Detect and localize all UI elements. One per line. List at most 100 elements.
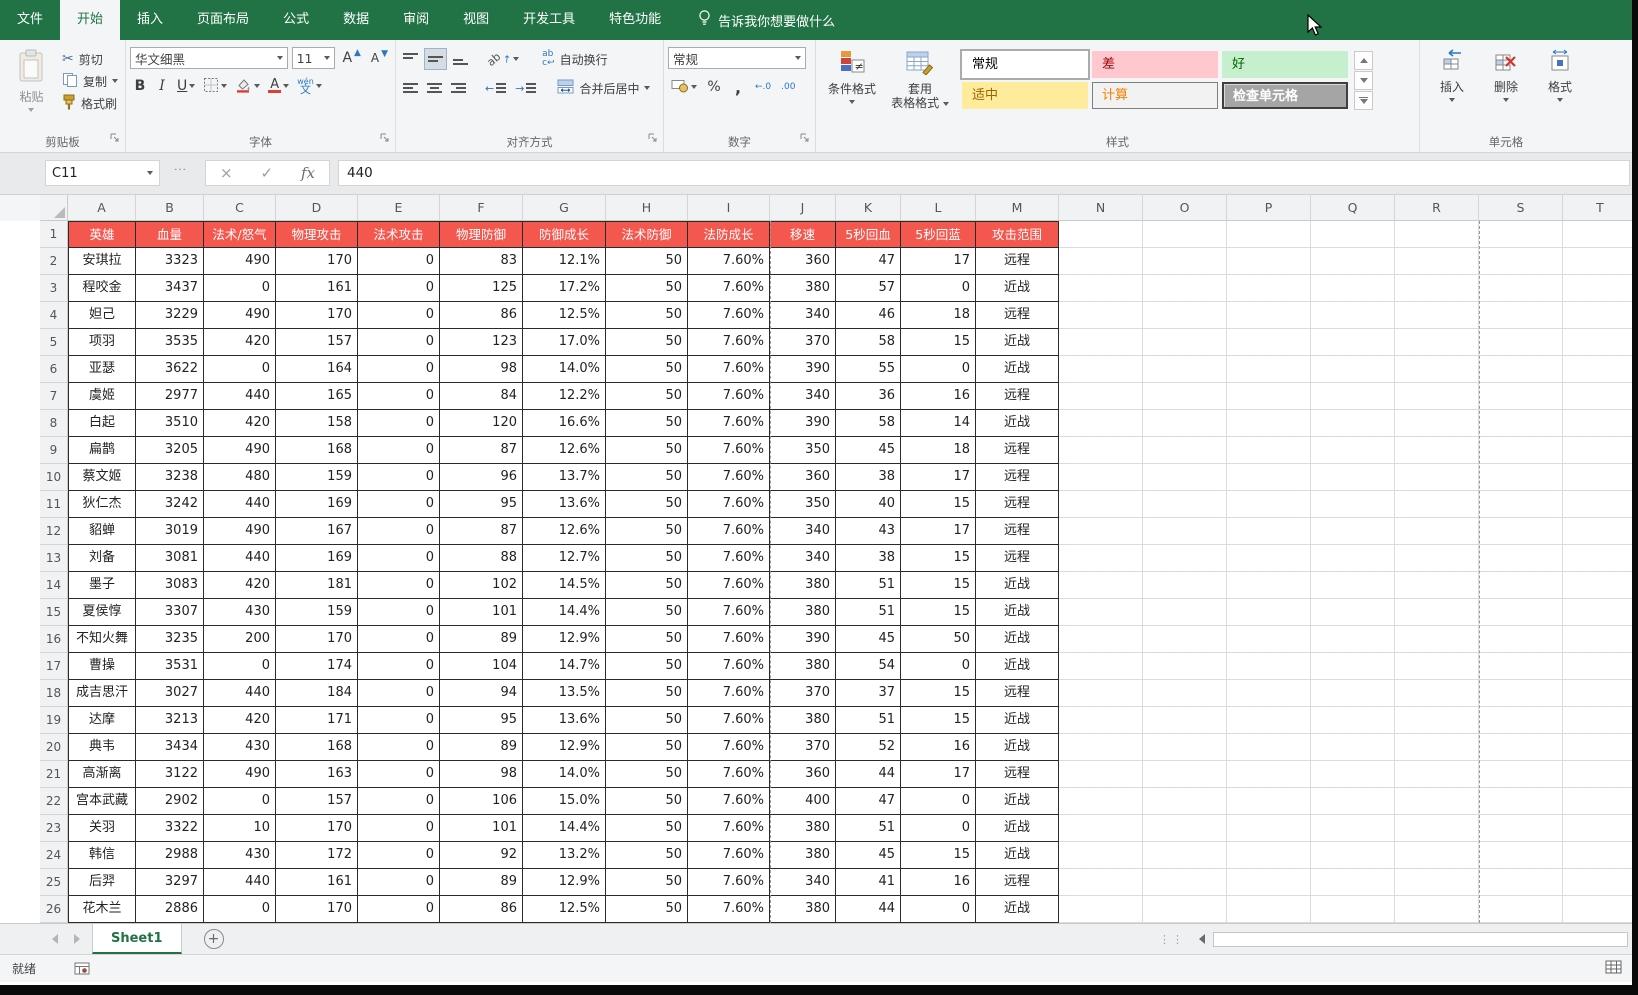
underline-button[interactable]: U (174, 75, 198, 97)
cell-R13[interactable] (1395, 545, 1479, 572)
cell-C26[interactable]: 0 (204, 896, 276, 923)
cell-E15[interactable]: 0 (358, 599, 440, 626)
cell-G12[interactable]: 12.6% (523, 518, 606, 545)
column-header-L[interactable]: L (901, 195, 976, 221)
cell-P23[interactable] (1227, 815, 1311, 842)
cell-I26[interactable]: 7.60% (688, 896, 770, 923)
cell-Q17[interactable] (1311, 653, 1395, 680)
cell-C23[interactable]: 10 (204, 815, 276, 842)
cell-C20[interactable]: 430 (204, 734, 276, 761)
cell-O7[interactable] (1143, 383, 1227, 410)
cell-N9[interactable] (1059, 437, 1143, 464)
cell-H9[interactable]: 50 (606, 437, 688, 464)
font-dialog-launcher[interactable] (380, 130, 390, 148)
cell-C4[interactable]: 490 (204, 302, 276, 329)
cell-C11[interactable]: 440 (204, 491, 276, 518)
cell-D10[interactable]: 159 (276, 464, 358, 491)
top-align-button[interactable] (400, 48, 421, 70)
cell-J9[interactable]: 350 (770, 437, 836, 464)
cell-F8[interactable]: 120 (440, 410, 523, 437)
cell-P16[interactable] (1227, 626, 1311, 653)
cell-P14[interactable] (1227, 572, 1311, 599)
row-header-4[interactable]: 4 (40, 302, 68, 329)
cell-M1[interactable]: 攻击范围 (976, 221, 1059, 248)
cell-B16[interactable]: 3235 (136, 626, 204, 653)
cell-R7[interactable] (1395, 383, 1479, 410)
accounting-format-button[interactable] (668, 76, 700, 98)
cell-style-计算[interactable]: 计算 (1092, 82, 1218, 109)
cell-J12[interactable]: 340 (770, 518, 836, 545)
row-header-11[interactable]: 11 (40, 491, 68, 518)
cell-K23[interactable]: 51 (836, 815, 901, 842)
cell-F20[interactable]: 89 (440, 734, 523, 761)
cell-F11[interactable]: 95 (440, 491, 523, 518)
cell-S12[interactable] (1479, 518, 1563, 545)
column-header-J[interactable]: J (770, 195, 836, 221)
cell-T3[interactable] (1563, 275, 1638, 302)
cell-K8[interactable]: 58 (836, 410, 901, 437)
column-header-O[interactable]: O (1143, 195, 1227, 221)
cell-G26[interactable]: 12.5% (523, 896, 606, 923)
cell-D26[interactable]: 170 (276, 896, 358, 923)
number-dialog-launcher[interactable] (800, 130, 810, 148)
row-header-16[interactable]: 16 (40, 626, 68, 653)
cell-D17[interactable]: 174 (276, 653, 358, 680)
cell-L19[interactable]: 15 (901, 707, 976, 734)
cell-E3[interactable]: 0 (358, 275, 440, 302)
cell-C16[interactable]: 200 (204, 626, 276, 653)
cell-O4[interactable] (1143, 302, 1227, 329)
cell-N15[interactable] (1059, 599, 1143, 626)
cell-K10[interactable]: 38 (836, 464, 901, 491)
cell-P8[interactable] (1227, 410, 1311, 437)
cell-I16[interactable]: 7.60% (688, 626, 770, 653)
cell-C9[interactable]: 490 (204, 437, 276, 464)
cell-D24[interactable]: 172 (276, 842, 358, 869)
insert-cells-button[interactable]: 插入 (1426, 43, 1478, 131)
row-header-9[interactable]: 9 (40, 437, 68, 464)
cell-N2[interactable] (1059, 248, 1143, 275)
cell-D23[interactable]: 170 (276, 815, 358, 842)
normal-view-icon[interactable] (1605, 960, 1622, 977)
alignment-dialog-launcher[interactable] (648, 130, 658, 148)
cell-C3[interactable]: 0 (204, 275, 276, 302)
row-header-7[interactable]: 7 (40, 383, 68, 410)
cell-T18[interactable] (1563, 680, 1638, 707)
cell-I8[interactable]: 7.60% (688, 410, 770, 437)
cell-Q8[interactable] (1311, 410, 1395, 437)
cell-K15[interactable]: 51 (836, 599, 901, 626)
cell-B3[interactable]: 3437 (136, 275, 204, 302)
tell-me-box[interactable]: 告诉我你想要做什么 (684, 0, 849, 40)
cell-N11[interactable] (1059, 491, 1143, 518)
column-header-A[interactable]: A (68, 195, 136, 221)
cell-N19[interactable] (1059, 707, 1143, 734)
cell-H19[interactable]: 50 (606, 707, 688, 734)
cell-Q1[interactable] (1311, 221, 1395, 248)
cell-A14[interactable]: 墨子 (68, 572, 136, 599)
cell-N6[interactable] (1059, 356, 1143, 383)
cell-E8[interactable]: 0 (358, 410, 440, 437)
cell-S26[interactable] (1479, 896, 1563, 923)
cell-T2[interactable] (1563, 248, 1638, 275)
cell-E25[interactable]: 0 (358, 869, 440, 896)
cell-E6[interactable]: 0 (358, 356, 440, 383)
cell-J24[interactable]: 380 (770, 842, 836, 869)
align-center-button[interactable] (424, 77, 445, 99)
cell-R24[interactable] (1395, 842, 1479, 869)
format-cells-button[interactable]: 格式 (1534, 43, 1586, 131)
clipboard-dialog-launcher[interactable] (110, 130, 120, 148)
name-box[interactable]: C11 (45, 160, 160, 186)
cell-P15[interactable] (1227, 599, 1311, 626)
cell-T26[interactable] (1563, 896, 1638, 923)
cell-S23[interactable] (1479, 815, 1563, 842)
cell-H11[interactable]: 50 (606, 491, 688, 518)
cell-D21[interactable]: 163 (276, 761, 358, 788)
cell-R12[interactable] (1395, 518, 1479, 545)
cell-E2[interactable]: 0 (358, 248, 440, 275)
row-header-22[interactable]: 22 (40, 788, 68, 815)
cell-J14[interactable]: 380 (770, 572, 836, 599)
format-painter-button[interactable]: 格式刷 (59, 92, 121, 114)
cell-I15[interactable]: 7.60% (688, 599, 770, 626)
cell-A21[interactable]: 高渐离 (68, 761, 136, 788)
cell-T19[interactable] (1563, 707, 1638, 734)
cell-N14[interactable] (1059, 572, 1143, 599)
